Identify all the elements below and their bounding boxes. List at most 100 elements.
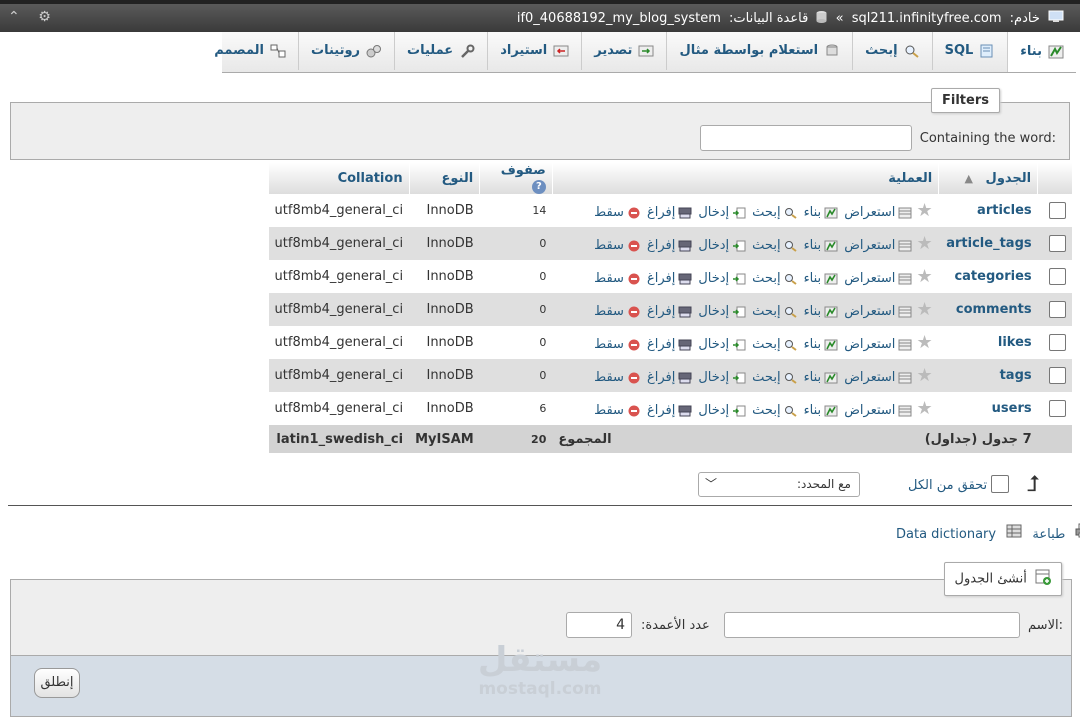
row-checkbox-cell: [1037, 326, 1072, 359]
settings-gear-icon[interactable]: ⚙: [38, 9, 51, 25]
server-link[interactable]: sql211.infinityfree.com: [852, 11, 1002, 26]
table-name-cell: articles: [938, 194, 1038, 227]
favorite-star-icon[interactable]: ★: [917, 398, 933, 419]
check-all-label[interactable]: تحقق من الكل: [908, 478, 987, 493]
favorite-star-icon[interactable]: ★: [917, 332, 933, 353]
action-structure[interactable]: بناء: [804, 370, 839, 385]
select-arrow-icon: ⮥: [1027, 472, 1040, 497]
with-selected-select[interactable]: مع المحدد: ﹀: [698, 472, 860, 497]
action-browse[interactable]: استعراض: [844, 271, 912, 286]
tab-import[interactable]: استيراد: [487, 32, 581, 70]
action-structure[interactable]: بناء: [804, 205, 839, 220]
action-empty[interactable]: إفراغ: [647, 370, 692, 385]
action-search[interactable]: إبحث: [752, 271, 797, 286]
action-browse-label: استعراض: [844, 370, 896, 385]
action-drop[interactable]: سقط: [594, 370, 641, 385]
action-structure[interactable]: بناء: [804, 238, 839, 253]
tab-query[interactable]: استعلام بواسطة مثال: [666, 32, 852, 70]
header-rows[interactable]: صفوف ?: [479, 163, 553, 194]
action-empty[interactable]: إفراغ: [647, 403, 692, 418]
table-name-link[interactable]: categories: [954, 269, 1031, 284]
check-all-checkbox[interactable]: [991, 475, 1009, 493]
database-link[interactable]: if0_40688192_my_blog_system: [517, 11, 721, 26]
table-name-link[interactable]: comments: [956, 302, 1032, 317]
action-drop[interactable]: سقط: [594, 205, 641, 220]
action-empty[interactable]: إفراغ: [647, 304, 692, 319]
action-drop[interactable]: سقط: [594, 238, 641, 253]
action-insert[interactable]: إدخال: [698, 205, 746, 220]
tab-operations[interactable]: عمليات: [394, 32, 487, 70]
action-browse[interactable]: استعراض: [844, 370, 912, 385]
table-name-link[interactable]: article_tags: [946, 236, 1031, 251]
row-checkbox[interactable]: [1049, 334, 1066, 351]
filter-input[interactable]: [700, 125, 912, 151]
action-empty[interactable]: إفراغ: [647, 205, 692, 220]
action-insert[interactable]: إدخال: [698, 238, 746, 253]
table-name-input[interactable]: [724, 612, 1020, 638]
tab-export[interactable]: تصدير: [581, 32, 666, 70]
header-table[interactable]: الجدول ▲: [938, 163, 1038, 194]
favorite-star-icon[interactable]: ★: [917, 233, 933, 254]
data-dictionary-link[interactable]: Data dictionary: [896, 527, 996, 542]
action-browse[interactable]: استعراض: [844, 403, 912, 418]
row-checkbox[interactable]: [1049, 301, 1066, 318]
action-search[interactable]: إبحث: [752, 370, 797, 385]
action-insert[interactable]: إدخال: [698, 403, 746, 418]
action-insert[interactable]: إدخال: [698, 370, 746, 385]
action-search[interactable]: إبحث: [752, 304, 797, 319]
tab-designer-label: المصمم: [214, 43, 265, 58]
row-checkbox[interactable]: [1049, 400, 1066, 417]
action-structure[interactable]: بناء: [804, 304, 839, 319]
action-drop[interactable]: سقط: [594, 304, 641, 319]
tab-designer[interactable]: المصمم: [202, 32, 298, 70]
action-drop[interactable]: سقط: [594, 271, 641, 286]
action-empty[interactable]: إفراغ: [647, 238, 692, 253]
browse-icon: [898, 306, 912, 317]
action-search[interactable]: إبحث: [752, 238, 797, 253]
action-browse-label: استعراض: [844, 271, 896, 286]
action-insert[interactable]: إدخال: [698, 337, 746, 352]
favorite-star-icon[interactable]: ★: [917, 299, 933, 320]
favorite-star-icon[interactable]: ★: [917, 365, 933, 386]
action-empty[interactable]: إفراغ: [647, 271, 692, 286]
action-search[interactable]: إبحث: [752, 205, 797, 220]
action-drop[interactable]: سقط: [594, 337, 641, 352]
tab-sql[interactable]: SQL: [931, 32, 1008, 70]
tab-structure[interactable]: بناء: [1007, 32, 1076, 72]
header-collation[interactable]: Collation: [268, 163, 410, 194]
go-button[interactable]: إنطلق: [34, 668, 80, 698]
table-name-link[interactable]: tags: [1000, 368, 1032, 383]
action-search[interactable]: إبحث: [752, 403, 797, 418]
help-icon[interactable]: ?: [531, 180, 546, 194]
row-checkbox[interactable]: [1049, 268, 1066, 285]
collapse-icon[interactable]: ⌃: [8, 9, 20, 25]
table-name-link[interactable]: articles: [977, 203, 1032, 218]
action-drop[interactable]: سقط: [594, 403, 641, 418]
action-insert[interactable]: إدخال: [698, 271, 746, 286]
action-search-label: إبحث: [752, 304, 781, 319]
table-name-link[interactable]: users: [992, 401, 1032, 416]
columns-count-input[interactable]: 4: [566, 612, 632, 638]
action-browse[interactable]: استعراض: [844, 238, 912, 253]
action-browse[interactable]: استعراض: [844, 205, 912, 220]
row-checkbox[interactable]: [1049, 235, 1066, 252]
favorite-star-icon[interactable]: ★: [917, 266, 933, 287]
print-link[interactable]: طباعة: [1032, 527, 1065, 542]
row-checkbox[interactable]: [1049, 367, 1066, 384]
action-structure[interactable]: بناء: [804, 403, 839, 418]
action-browse[interactable]: استعراض: [844, 337, 912, 352]
favorite-star-icon[interactable]: ★: [917, 200, 933, 221]
action-empty[interactable]: إفراغ: [647, 337, 692, 352]
browse-icon: [898, 273, 912, 284]
tab-search[interactable]: إبحث: [852, 32, 931, 70]
row-checkbox[interactable]: [1049, 202, 1066, 219]
header-type[interactable]: النوع: [408, 163, 480, 194]
action-browse[interactable]: استعراض: [844, 304, 912, 319]
tab-routines-label: روتينات: [311, 43, 361, 58]
action-structure[interactable]: بناء: [804, 271, 839, 286]
action-insert[interactable]: إدخال: [698, 304, 746, 319]
table-name-link[interactable]: likes: [998, 335, 1032, 350]
tab-routines[interactable]: روتينات: [298, 32, 394, 70]
action-structure[interactable]: بناء: [804, 337, 839, 352]
action-search[interactable]: إبحث: [752, 337, 797, 352]
